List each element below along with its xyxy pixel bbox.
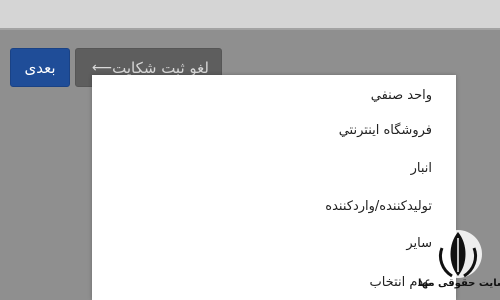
dropdown-option[interactable]: انبار <box>411 161 432 176</box>
next-button[interactable]: بعدی <box>10 48 70 87</box>
cancel-button-label: لغو ثبت شکایت <box>112 58 209 77</box>
arrow-left-icon: ⟵ <box>92 59 113 76</box>
top-bar <box>0 0 500 30</box>
dropdown-menu: واحد صنفي فروشگاه اینترنتي انبار تولیدکن… <box>92 75 456 300</box>
dropdown-option[interactable]: فروشگاه اینترنتي <box>339 123 432 138</box>
dropdown-option[interactable]: واحد صنفي <box>371 88 432 103</box>
dropdown-option[interactable]: تولیدکننده/واردکننده <box>325 199 432 214</box>
watermark-text: سایت حقوقی مها <box>418 278 500 289</box>
next-button-label: بعدی <box>24 58 56 77</box>
